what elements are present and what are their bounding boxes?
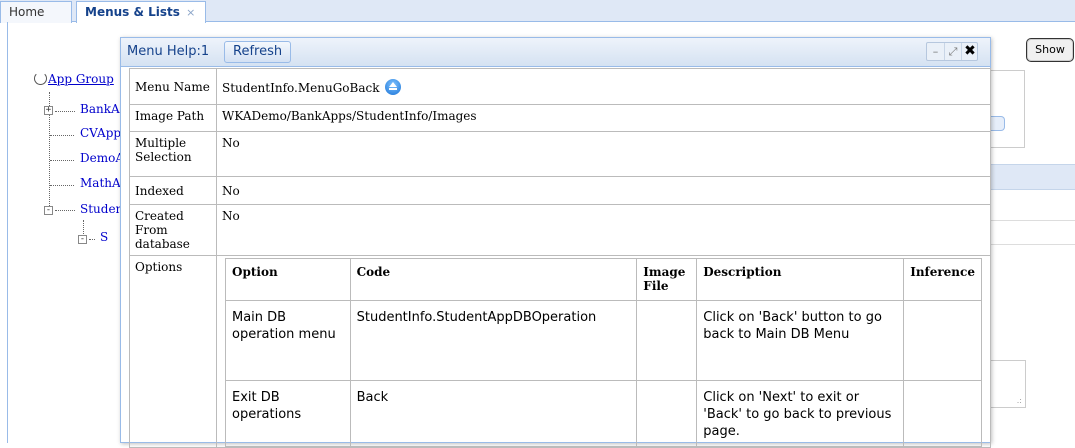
menu-properties-table: Menu Name StudentInfo.MenuGoBack Image P… <box>129 68 991 448</box>
tree-connector <box>89 239 95 240</box>
table-row: Image Path WKADemo/BankApps/StudentInfo/… <box>129 104 991 132</box>
menu-name-cell: StudentInfo.MenuGoBack <box>216 68 991 105</box>
column-header-description: Description <box>696 258 905 301</box>
tab-home[interactable]: Home <box>0 1 72 23</box>
indexed-label: Indexed <box>129 176 217 205</box>
background-panel <box>985 70 1025 148</box>
tree-item-cvapp[interactable]: CVApp <box>80 126 121 140</box>
close-icon[interactable]: ✖ <box>961 43 978 60</box>
created-from-database-label: Created From database <box>129 204 217 256</box>
tab-strip: Home Menus & Lists × <box>0 0 1075 23</box>
created-from-database-value: No <box>216 204 991 256</box>
tree-connector <box>50 185 74 186</box>
menu-help-dialog: Menu Help:1 Refresh – ⤢ ✖ Menu Name Stud… <box>120 37 991 448</box>
options-label: Options <box>129 255 217 448</box>
description-cell: Click on 'Next' to exit or 'Back' to go … <box>696 380 905 447</box>
tree-connector <box>55 111 75 112</box>
go-back-icon[interactable] <box>385 78 402 95</box>
description-cell: Click on 'Back' button to go back to Mai… <box>696 300 905 381</box>
table-row: Indexed No <box>129 176 991 205</box>
dialog-title: Menu Help:1 <box>127 44 210 59</box>
minimize-icon[interactable]: – <box>927 43 944 60</box>
options-cell: Option Code Image File Description Infer… <box>216 255 991 448</box>
option-cell: Exit DB operations <box>225 380 351 447</box>
tab-close-icon[interactable]: × <box>186 6 195 19</box>
resize-grip-icon[interactable]: .: <box>1017 396 1022 405</box>
image-file-cell <box>636 300 698 381</box>
menu-name-label: Menu Name <box>129 68 217 105</box>
multiple-selection-value: No <box>216 131 991 177</box>
background-divider <box>990 244 1075 245</box>
tab-home-label: Home <box>9 5 45 19</box>
column-header-option: Option <box>225 258 351 301</box>
background-textarea[interactable]: .: <box>990 360 1026 408</box>
tree-connector <box>55 210 75 211</box>
tab-menus-lists[interactable]: Menus & Lists × <box>76 1 206 23</box>
inference-cell <box>903 300 982 381</box>
tab-menus-lists-label: Menus & Lists <box>85 5 180 19</box>
image-path-value: WKADemo/BankApps/StudentInfo/Images <box>216 104 991 132</box>
menu-name-value: StudentInfo.MenuGoBack <box>222 80 380 95</box>
multiple-selection-label: Multiple Selection <box>129 131 217 177</box>
tree-root-link[interactable]: App Group <box>48 72 114 86</box>
options-header-row: Option Code Image File Description Infer… <box>225 258 982 301</box>
collapse-icon[interactable]: - <box>78 235 87 244</box>
dialog-header[interactable]: Menu Help:1 Refresh – ⤢ ✖ <box>121 38 990 67</box>
code-cell: StudentInfo.StudentAppDBOperation <box>349 300 638 381</box>
dialog-tools: – ⤢ ✖ <box>926 42 978 61</box>
tree-item-bankapps[interactable]: BankA <box>80 102 120 116</box>
maximize-icon[interactable]: ⤢ <box>944 43 961 60</box>
table-row: Multiple Selection No <box>129 131 991 177</box>
background-header-band <box>990 164 1075 190</box>
table-row: Main DB operation menu StudentInfo.Stude… <box>225 300 982 381</box>
table-row: Options Option Code Image File Descripti… <box>129 255 991 448</box>
tree-root[interactable]: App Group <box>34 72 114 86</box>
tree-connector <box>50 135 74 136</box>
background-divider <box>990 220 1075 221</box>
column-header-image-file: Image File <box>636 258 698 301</box>
collapse-icon[interactable]: - <box>44 206 53 215</box>
show-button[interactable]: Show <box>1026 38 1074 62</box>
tree-item-sub[interactable]: S <box>100 230 108 244</box>
indexed-value: No <box>216 176 991 205</box>
background-button[interactable] <box>990 116 1005 131</box>
refresh-button[interactable]: Refresh <box>224 41 292 63</box>
column-header-code: Code <box>349 258 638 301</box>
inference-cell <box>903 380 982 447</box>
image-path-label: Image Path <box>129 104 217 132</box>
table-row: Created From database No <box>129 204 991 256</box>
image-file-cell <box>636 380 698 447</box>
table-row: Menu Name StudentInfo.MenuGoBack <box>129 68 991 105</box>
refresh-icon[interactable] <box>34 72 47 85</box>
table-row: Exit DB operations Back Click on 'Next' … <box>225 380 982 447</box>
tree-item-mathapps[interactable]: MathA <box>80 176 121 190</box>
code-cell: Back <box>349 380 638 447</box>
options-table: Option Code Image File Description Infer… <box>225 258 982 447</box>
tree-connector <box>50 160 74 161</box>
expand-icon[interactable]: + <box>44 106 53 115</box>
option-cell: Main DB operation menu <box>225 300 351 381</box>
tree-item-demoapps[interactable]: DemoA <box>80 151 124 165</box>
column-header-inference: Inference <box>903 258 982 301</box>
